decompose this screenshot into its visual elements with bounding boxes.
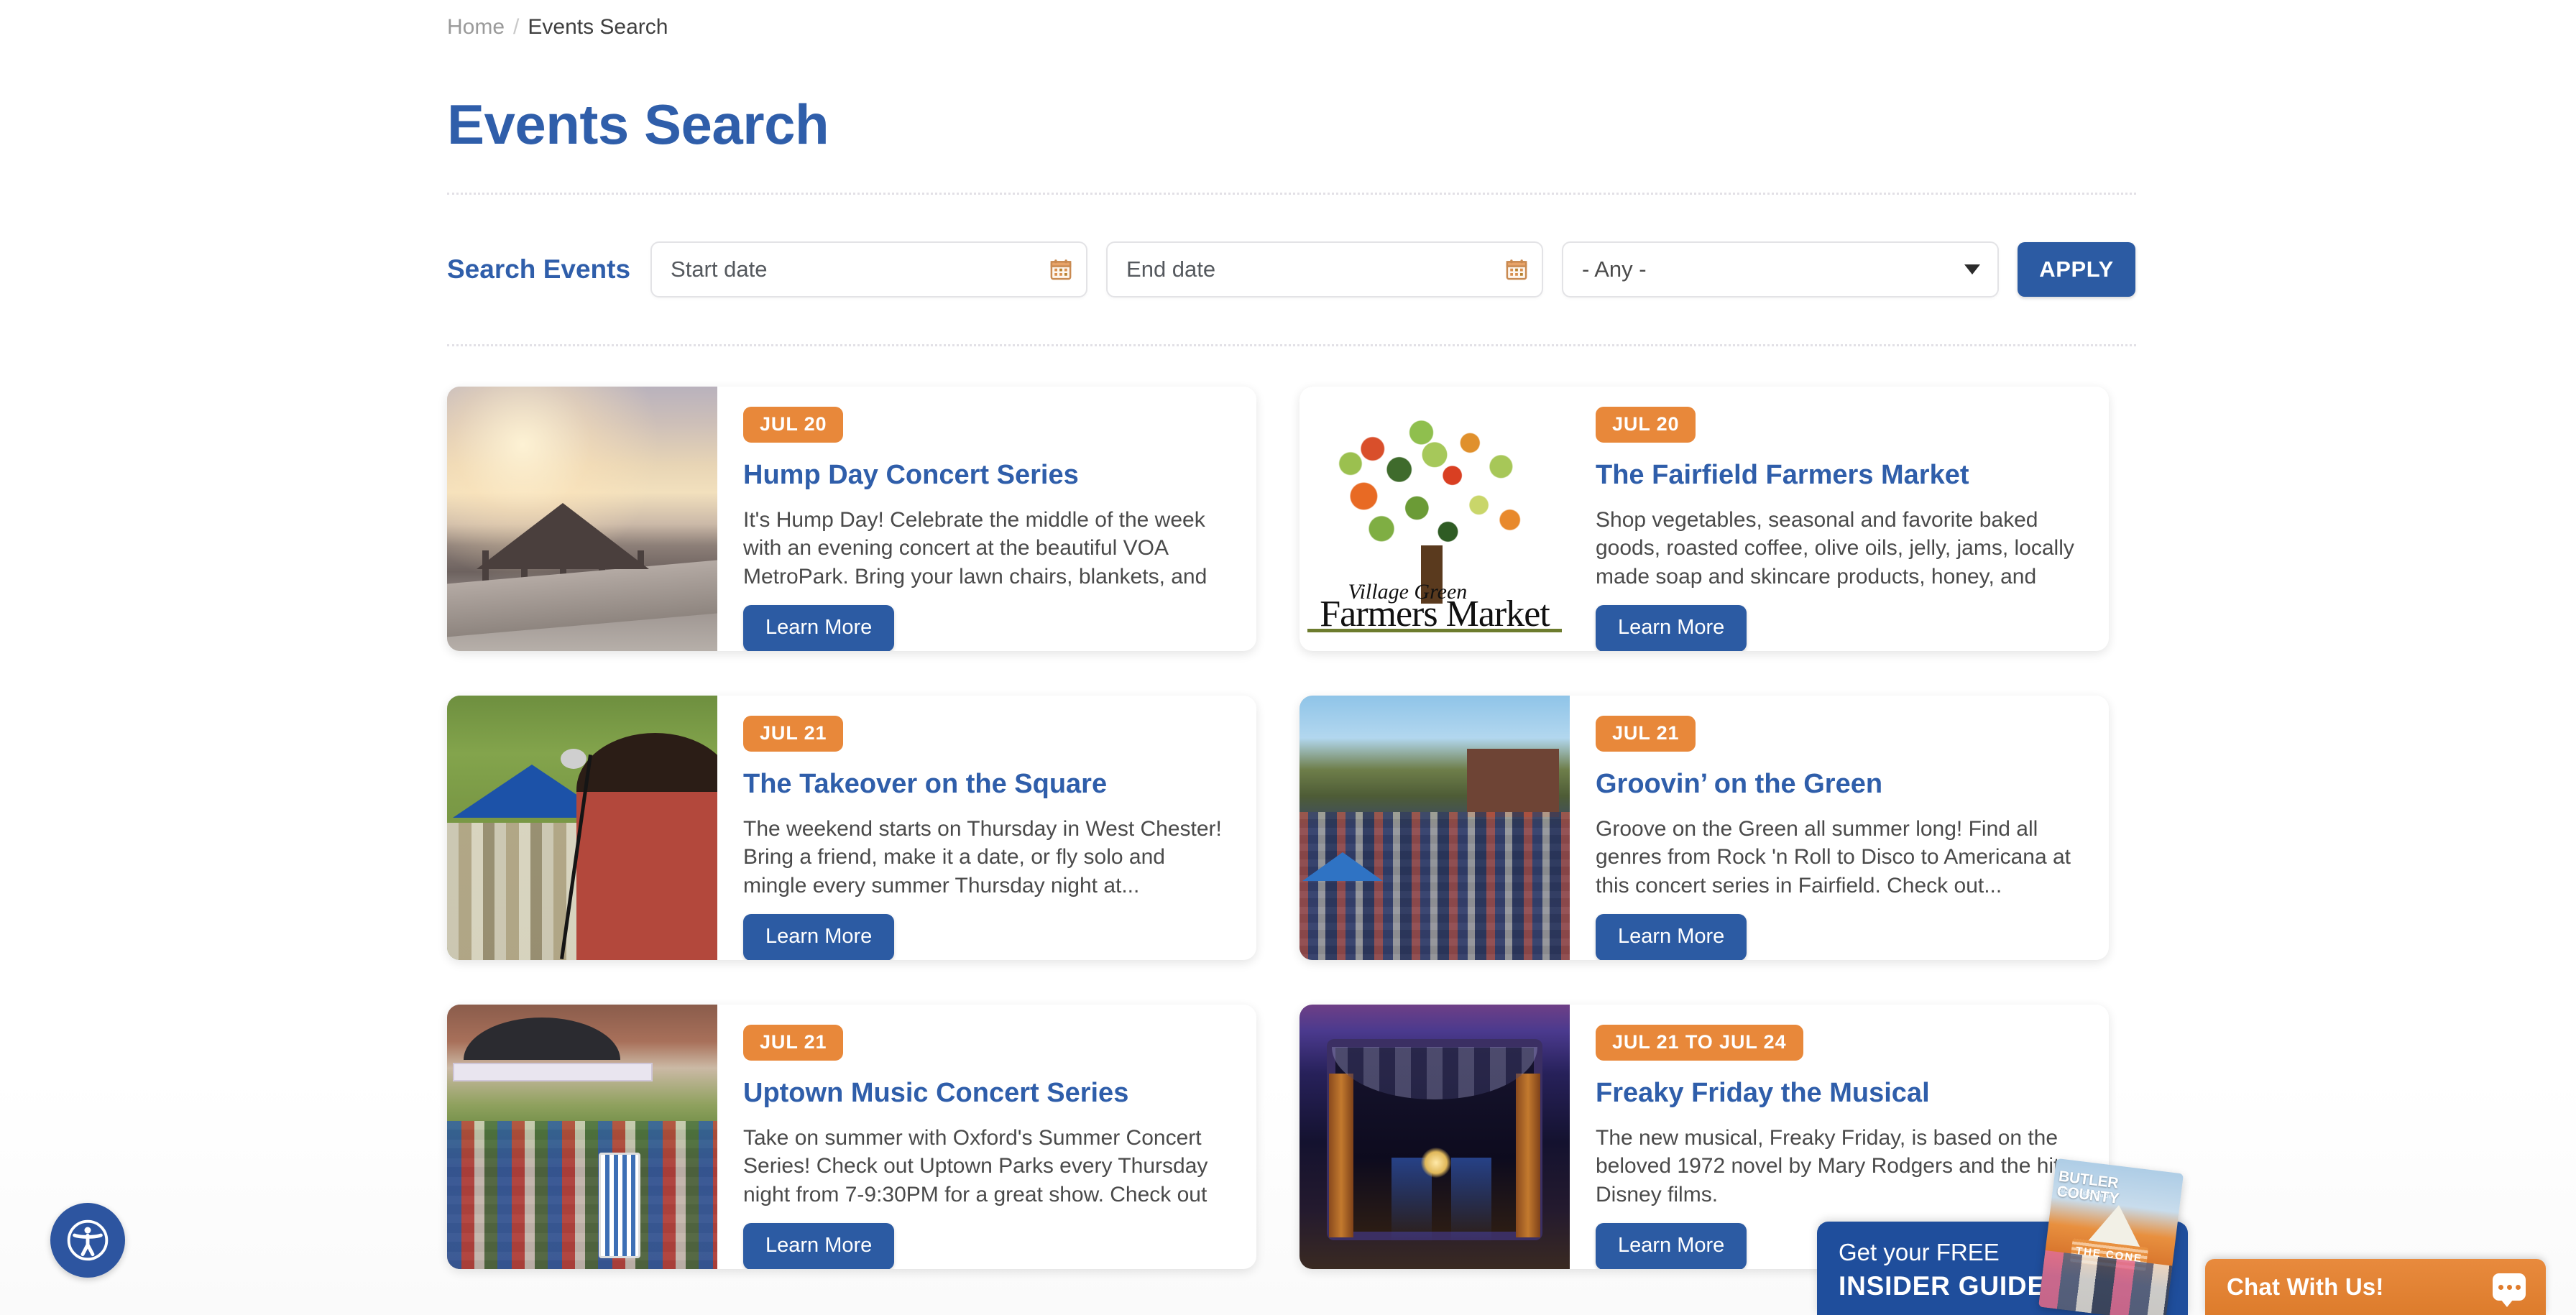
- event-title[interactable]: The Takeover on the Square: [743, 770, 1230, 800]
- event-date-badge: JUL 20: [743, 407, 844, 443]
- event-description: Take on summer with Oxford's Summer Conc…: [743, 1125, 1208, 1206]
- chat-with-us-button[interactable]: Chat With Us!: [2205, 1259, 2546, 1315]
- event-card-body: JUL 20 Hump Day Concert Series It's Hump…: [717, 387, 1256, 651]
- event-date-badge: JUL 21: [1596, 716, 1696, 752]
- page-content: Home / Events Search Events Search Searc…: [447, 0, 2136, 1269]
- event-card-body: JUL 20 The Fairfield Farmers Market Shop…: [1570, 387, 2109, 651]
- event-date-badge: JUL 21: [743, 1025, 844, 1061]
- breadcrumb: Home / Events Search: [447, 0, 2136, 40]
- event-date-badge: JUL 21: [743, 716, 844, 752]
- event-description: The new musical, Freaky Friday, is based…: [1596, 1125, 2060, 1206]
- event-thumbnail: Village Green Farmers Market: [1300, 387, 1570, 651]
- event-title[interactable]: Hump Day Concert Series: [743, 461, 1230, 491]
- event-card-body: JUL 21 The Takeover on the Square The we…: [717, 696, 1256, 960]
- learn-more-button[interactable]: Learn More: [743, 913, 895, 960]
- event-card[interactable]: Village Green Farmers Market JUL 20 The …: [1300, 387, 2109, 651]
- learn-more-button[interactable]: Learn More: [1596, 1222, 1747, 1269]
- event-title[interactable]: Freaky Friday the Musical: [1596, 1079, 2083, 1109]
- search-events-label: Search Events: [447, 254, 631, 284]
- breadcrumb-current: Events Search: [528, 15, 668, 39]
- divider-above-search: [447, 193, 2136, 195]
- event-description: Groove on the Green all summer long! Fin…: [1596, 816, 2071, 898]
- event-description: Shop vegetables, seasonal and favorite b…: [1596, 507, 2074, 589]
- start-date-field: [650, 241, 1088, 297]
- event-card[interactable]: JUL 20 Hump Day Concert Series It's Hump…: [447, 387, 1256, 651]
- event-date-badge: JUL 20: [1596, 407, 1696, 443]
- event-description: The weekend starts on Thursday in West C…: [743, 816, 1222, 898]
- event-card[interactable]: JUL 21 Uptown Music Concert Series Take …: [447, 1005, 1256, 1269]
- insider-guide-cover-image: BUTLER COUNTY 2022 Insider Guide THE CON…: [2038, 1158, 2184, 1315]
- start-date-input[interactable]: [650, 241, 1088, 297]
- end-date-input[interactable]: [1106, 241, 1544, 297]
- accessibility-person-icon: [67, 1219, 109, 1261]
- event-description: It's Hump Day! Celebrate the middle of t…: [743, 507, 1208, 589]
- event-thumbnail: [447, 1005, 717, 1269]
- event-card-body: JUL 21 Groovin’ on the Green Groove on t…: [1570, 696, 2109, 960]
- apply-button[interactable]: APPLY: [2018, 242, 2136, 297]
- page-title: Events Search: [447, 93, 829, 156]
- event-card[interactable]: JUL 21 Groovin’ on the Green Groove on t…: [1300, 696, 2109, 960]
- category-select[interactable]: - Any -: [1562, 241, 2000, 297]
- events-search-page: Home / Events Search Events Search Searc…: [0, 0, 2576, 1315]
- chat-bubble-icon: [2493, 1273, 2526, 1307]
- category-selected-value: - Any -: [1582, 257, 1647, 282]
- breadcrumb-separator: /: [513, 15, 520, 39]
- event-thumbnail: [1300, 696, 1570, 960]
- event-title[interactable]: Groovin’ on the Green: [1596, 770, 2083, 800]
- event-thumbnail: [1300, 1005, 1570, 1269]
- learn-more-button[interactable]: Learn More: [1596, 913, 1747, 960]
- event-title[interactable]: Uptown Music Concert Series: [743, 1079, 1230, 1109]
- end-date-field: [1106, 241, 1544, 297]
- event-card[interactable]: JUL 21 The Takeover on the Square The we…: [447, 696, 1256, 960]
- event-date-badge: JUL 21 TO JUL 24: [1596, 1025, 1803, 1061]
- events-search-form: Search Events Start date End date - Any …: [447, 232, 2136, 307]
- event-thumbnail: [447, 387, 717, 651]
- breadcrumb-home-link[interactable]: Home: [447, 14, 505, 40]
- learn-more-button[interactable]: Learn More: [743, 604, 895, 651]
- event-title[interactable]: The Fairfield Farmers Market: [1596, 461, 2083, 491]
- event-card-body: JUL 21 Uptown Music Concert Series Take …: [717, 1005, 1256, 1269]
- category-select-field: - Any -: [1562, 241, 2000, 297]
- accessibility-button[interactable]: [50, 1203, 125, 1278]
- event-thumbnail: [447, 696, 717, 960]
- learn-more-button[interactable]: Learn More: [743, 1222, 895, 1269]
- learn-more-button[interactable]: Learn More: [1596, 604, 1747, 651]
- divider-below-search: [447, 344, 2136, 346]
- chat-label: Chat With Us!: [2227, 1273, 2384, 1300]
- events-results-grid: JUL 20 Hump Day Concert Series It's Hump…: [447, 387, 2136, 1269]
